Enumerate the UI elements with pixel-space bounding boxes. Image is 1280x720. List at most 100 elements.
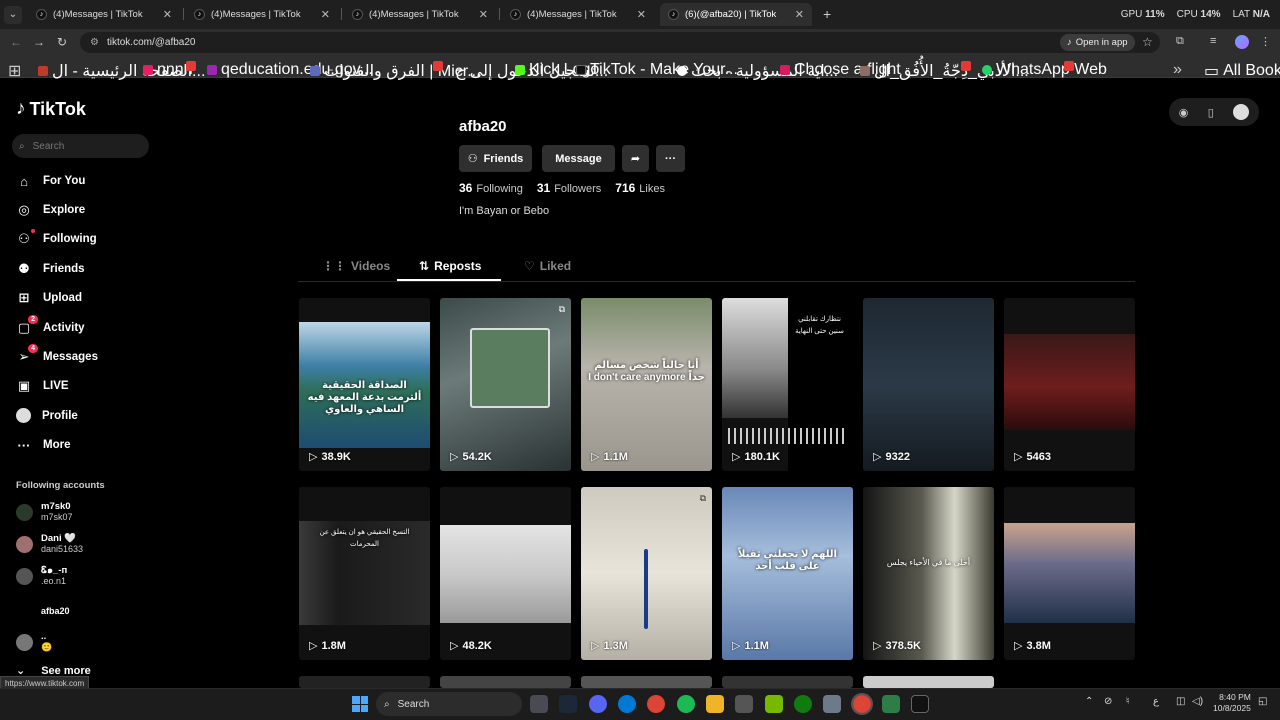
language-indicator[interactable]: ع [1153,696,1159,707]
settings-gear-icon[interactable] [823,695,841,713]
sidebar-item-activity[interactable]: ▢ 2 Activity [16,315,85,336]
apps-grid-icon[interactable]: ⊞ [8,61,21,81]
windows-start-icon[interactable] [352,696,368,712]
discord-icon[interactable] [589,695,607,713]
network-off-icon[interactable]: ⊘ [1104,696,1112,707]
video-card[interactable]: ▷ 9322 [863,298,994,471]
forward-arrow-icon[interactable]: → [33,35,45,49]
video-card[interactable]: ▷ 5463 [1004,298,1135,471]
user-avatar-icon[interactable] [1233,104,1250,120]
microsoft-store-icon[interactable] [735,695,753,713]
video-card[interactable]: ⧉ ▷ 1.3M [581,487,712,660]
search-input[interactable] [32,140,133,152]
spotify-icon[interactable] [677,695,695,713]
close-tab-icon[interactable]: ✕ [479,8,488,21]
volume-icon[interactable]: ◁) [1192,696,1203,707]
reload-icon[interactable]: ↻ [57,35,67,49]
taskbar-search[interactable]: ⌕ Search [376,692,522,716]
browser-tab-1[interactable]: ♪ (4)Messages | TikTok ✕ [28,3,180,26]
video-card[interactable]: ▷ 48.2K [440,487,571,660]
sidebar-item-upload[interactable]: ⊞ Upload [16,290,82,306]
share-button[interactable]: ➦ [622,145,649,172]
camera-app-icon[interactable] [530,695,548,713]
video-card[interactable]: ⧉ ▷ 54.2K [440,298,571,471]
message-button[interactable]: Message [542,145,615,172]
file-explorer-icon[interactable] [706,695,724,713]
bookmark-11[interactable]: WhatsApp Web [982,61,1107,79]
close-tab-icon[interactable]: ✕ [637,8,646,21]
video-card[interactable]: التسخ الحقيقي هو ان يتعلق عن المحرمات ▷ 1… [299,487,430,660]
video-card[interactable]: اللهم لا تجعلني ثقيلاً على قلب أحد ▷ 1.1M [722,487,853,660]
url-bar[interactable]: ⚙ tiktok.com/@afba20 [80,32,1160,53]
microphone-icon[interactable]: ♮ [1126,696,1130,707]
app-icon[interactable] [882,695,900,713]
account-item[interactable]: Ꮛ๑_-п .eo.n1 [16,565,67,587]
tiktok-app-icon[interactable] [911,695,929,713]
coin-icon[interactable]: ◉ [1179,106,1189,119]
bookmark-star-icon[interactable]: ☆ [1142,35,1153,49]
tab-search-button[interactable]: ⌄ [4,5,22,24]
account-item[interactable]: Dani 🤍 dani51633 [16,533,83,555]
tray-overflow-icon[interactable]: ⌃ [1085,696,1093,707]
back-arrow-icon[interactable]: ← [10,35,22,49]
video-card[interactable]: ▷ 3.8M [1004,487,1135,660]
sidebar-item-following[interactable]: ⚇ Following [16,229,97,247]
account-item[interactable]: m7sk0 m7sk07 [16,501,73,523]
video-card-partial[interactable] [863,676,994,688]
sidebar-item-live[interactable]: ▣ LIVE [16,378,69,394]
media-controls-icon[interactable]: ≡ [1210,35,1216,47]
video-card[interactable]: أحلى ما في الأحياء يجلس ▷ 378.5K [863,487,994,660]
video-card-partial[interactable] [440,676,571,688]
bookmark-youtube[interactable] [186,61,196,71]
close-tab-icon[interactable]: ✕ [163,8,172,21]
sidebar-search[interactable]: ⌕ [12,134,149,158]
tab-liked[interactable]: ♡ Liked [524,259,571,273]
notification-bell-icon[interactable]: ◱ [1258,696,1267,707]
device-icon[interactable]: ▯ [1208,106,1214,119]
more-options-button[interactable]: ··· [656,145,685,172]
all-bookmarks-button[interactable]: ▭All Bookmarks [1204,61,1280,81]
browser-tab-3[interactable]: ♪ (4)Messages | TikTok ✕ [344,3,496,26]
video-card-partial[interactable] [299,676,430,688]
extensions-icon[interactable]: ⧉ [1176,35,1184,48]
open-in-app-button[interactable]: ♪ Open in app [1060,34,1135,51]
following-stat[interactable]: 36 Following [459,181,523,195]
video-card[interactable]: الصداقة الحقيقية ألترمت بدعة المعهد فيه … [299,298,430,471]
followers-stat[interactable]: 31 Followers [537,181,601,195]
sidebar-item-more[interactable]: ··· More [16,437,71,453]
chrome-active-icon[interactable] [851,693,873,715]
system-clock[interactable]: 8:40 PM 10/8/2025 [1213,692,1251,714]
video-card-partial[interactable] [722,676,853,688]
account-item[interactable]: afba20 [16,603,70,620]
browser-tab-2[interactable]: ♪ (4)Messages | TikTok ✕ [186,3,338,26]
edge-icon[interactable] [618,695,636,713]
tab-videos[interactable]: ⋮⋮ Videos [322,259,390,273]
sidebar-item-explore[interactable]: ◎ Explore [16,202,85,218]
wifi-icon[interactable]: ◫ [1176,696,1185,707]
bookmark-youtube-2[interactable] [433,61,443,71]
video-card[interactable]: أنا حالياً شخص مسالم جداً I don't care a… [581,298,712,471]
sidebar-item-friends[interactable]: ⚉ Friends [16,261,84,277]
browser-tab-5-active[interactable]: ♪ (6)‎(@afba20) | TikTok ✕ [660,3,812,26]
new-tab-button[interactable]: + [823,6,831,22]
steam-icon[interactable] [559,695,577,713]
bookmark-youtube-4[interactable] [1064,61,1074,71]
bookmark-youtube-3[interactable] [961,61,971,71]
tab-reposts[interactable]: ⇅ Reposts [419,259,481,273]
xbox-icon[interactable] [794,695,812,713]
sidebar-item-for-you[interactable]: ⌂ For You [16,173,85,189]
browser-profile-avatar[interactable] [1235,35,1249,49]
close-tab-icon[interactable]: ✕ [795,8,804,21]
nvidia-icon[interactable] [765,695,783,713]
chrome-icon[interactable] [647,695,665,713]
friends-button[interactable]: ⚇ Friends [459,145,532,172]
close-tab-icon[interactable]: ✕ [321,8,330,21]
video-card[interactable]: نتظارك تقابلني سنين حتى النهاية ▷ 180.1K [722,298,853,471]
sidebar-item-messages[interactable]: ➢ 4 Messages [16,344,98,365]
bookmarks-overflow-icon[interactable]: » [1173,61,1182,79]
account-item[interactable]: .. 🙂 [16,631,52,653]
video-card-partial[interactable] [581,676,712,688]
browser-menu-icon[interactable]: ⋮ [1260,35,1271,48]
browser-tab-4[interactable]: ♪ (4)Messages | TikTok ✕ [502,3,654,26]
tiktok-logo[interactable]: ♪ TikTok [16,98,86,120]
